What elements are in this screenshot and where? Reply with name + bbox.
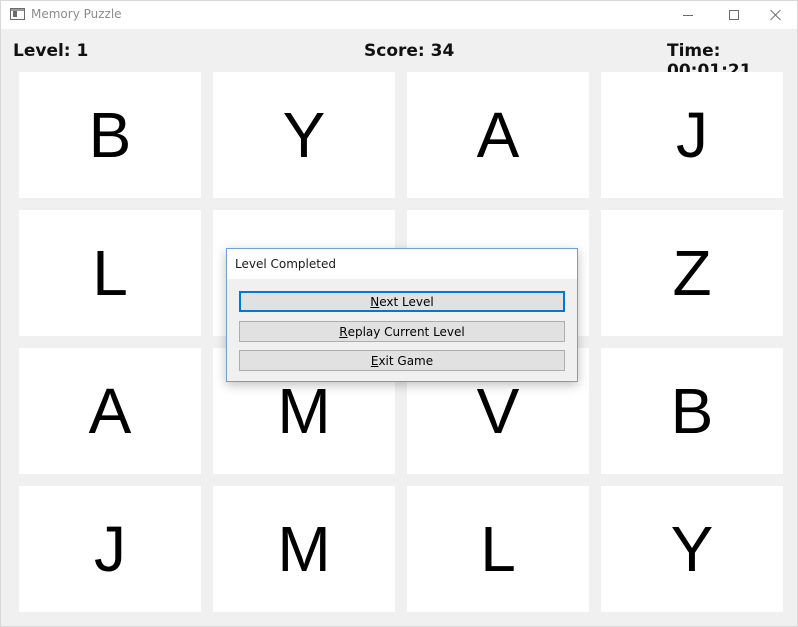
level-completed-dialog: Level Completed Next Level Replay Curren… — [226, 248, 578, 382]
window-title: Memory Puzzle — [31, 7, 122, 21]
minimize-icon — [683, 14, 693, 16]
close-icon — [770, 9, 782, 21]
card-letter: J — [94, 513, 126, 585]
card[interactable]: M — [213, 486, 395, 612]
level-label: Level: 1 — [13, 41, 89, 61]
close-button[interactable] — [753, 1, 798, 29]
next-level-mnemonic: N — [370, 294, 380, 309]
card-letter: L — [480, 513, 516, 585]
card[interactable]: A — [407, 72, 589, 198]
maximize-icon — [729, 10, 739, 20]
card-letter: A — [476, 99, 520, 171]
exit-game-mnemonic: E — [370, 353, 379, 368]
card-letter: A — [88, 375, 132, 447]
next-level-button[interactable]: Next Level — [239, 291, 565, 312]
card[interactable]: Y — [601, 486, 783, 612]
card[interactable]: A — [19, 348, 201, 474]
card[interactable]: Y — [213, 72, 395, 198]
app-window-icon — [10, 8, 25, 20]
app-window: Memory Puzzle Level: 1 Score: 34 Time: 0… — [0, 0, 798, 627]
exit-game-label: xit Game — [378, 353, 434, 368]
title-bar[interactable]: Memory Puzzle — [1, 1, 797, 29]
card[interactable]: B — [19, 72, 201, 198]
replay-level-button[interactable]: Replay Current Level — [239, 321, 565, 342]
exit-game-button[interactable]: Exit Game — [239, 350, 565, 371]
replay-level-mnemonic: R — [339, 324, 348, 339]
card-letter: J — [676, 99, 708, 171]
minimize-button[interactable] — [665, 1, 711, 29]
card[interactable]: J — [19, 486, 201, 612]
card-letter: Z — [672, 237, 712, 309]
card[interactable]: Z — [601, 210, 783, 336]
card-letter: M — [277, 375, 331, 447]
score-label: Score: 34 — [364, 41, 455, 61]
card-letter: Y — [670, 513, 714, 585]
card[interactable]: L — [19, 210, 201, 336]
maximize-button[interactable] — [711, 1, 757, 29]
card[interactable]: J — [601, 72, 783, 198]
dialog-title-bar[interactable]: Level Completed — [227, 249, 577, 279]
card-letter: B — [670, 375, 714, 447]
next-level-label: ext Level — [379, 294, 434, 309]
replay-level-label: eplay Current Level — [347, 324, 465, 339]
card-letter: V — [476, 375, 520, 447]
card-letter: M — [277, 513, 331, 585]
card[interactable]: L — [407, 486, 589, 612]
dialog-title: Level Completed — [235, 257, 336, 271]
card-letter: L — [92, 237, 128, 309]
card[interactable]: B — [601, 348, 783, 474]
card-letter: B — [88, 99, 132, 171]
card-letter: Y — [282, 99, 326, 171]
